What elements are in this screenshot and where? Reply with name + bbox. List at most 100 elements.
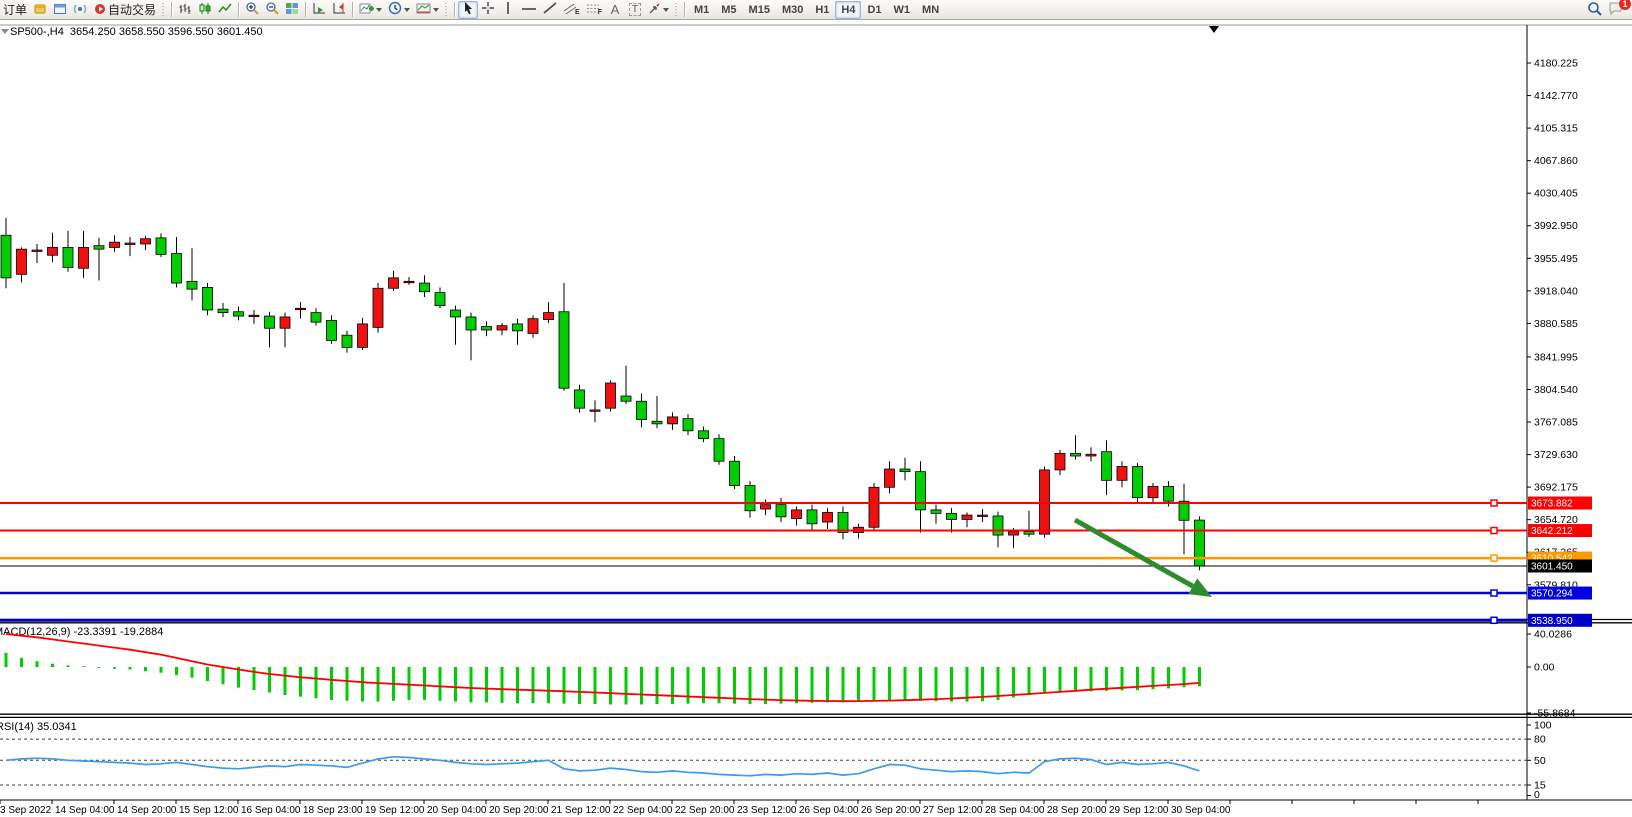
timeframe-label: M15 xyxy=(746,4,773,16)
svg-text:3642.212: 3642.212 xyxy=(1531,526,1573,537)
svg-text:3918.040: 3918.040 xyxy=(1534,285,1578,297)
horizontal-line-tool-button[interactable] xyxy=(518,1,540,19)
toolbar-separator xyxy=(684,2,685,17)
timeframe-mn-button[interactable]: MN xyxy=(916,1,945,19)
vertical-line-tool-button[interactable] xyxy=(498,1,518,19)
broadcast-icon xyxy=(73,2,88,18)
templates-button[interactable] xyxy=(413,1,442,19)
timeframe-label: MN xyxy=(919,4,942,16)
shapes-caret-icon xyxy=(663,8,669,12)
timeframe-w1-button[interactable]: W1 xyxy=(888,1,917,19)
market-watch-button[interactable] xyxy=(30,1,50,19)
svg-text:3841.995: 3841.995 xyxy=(1534,351,1578,363)
text-tool-button[interactable]: A xyxy=(605,1,625,19)
notifications-button[interactable]: 1 xyxy=(1605,1,1626,19)
new-order-button[interactable]: 订单 xyxy=(0,1,30,19)
svg-text:3 Sep 2022: 3 Sep 2022 xyxy=(0,805,52,816)
auto-scroll-button[interactable] xyxy=(309,1,329,19)
bar-chart-mode-button[interactable] xyxy=(175,1,195,19)
timeframe-m30-button[interactable]: M30 xyxy=(776,1,809,19)
toolbar-separator xyxy=(305,2,306,17)
chart-canvas[interactable]: 4180.2254142.7704105.3154067.8604030.405… xyxy=(0,0,1632,817)
crosshair-tool-button[interactable] xyxy=(478,1,498,19)
candlestick-mode-button[interactable] xyxy=(195,1,215,19)
toolbar-separator xyxy=(238,2,239,17)
timeframe-m15-button[interactable]: M15 xyxy=(743,1,776,19)
timeframe-label: D1 xyxy=(864,4,884,16)
timeframe-h1-button[interactable]: H1 xyxy=(809,1,835,19)
indicators-button[interactable] xyxy=(356,1,385,19)
line-chart-mode-button[interactable] xyxy=(215,1,235,19)
hline-handle xyxy=(1491,617,1497,623)
vertical-line-icon xyxy=(503,1,513,18)
channel-tool-button[interactable]: E xyxy=(560,1,583,19)
candles-layer xyxy=(1,218,1205,570)
zoom-in-button[interactable] xyxy=(242,1,262,19)
svg-text:3570.294: 3570.294 xyxy=(1531,589,1573,600)
chart-shift-icon xyxy=(332,2,346,18)
timeframe-label: M5 xyxy=(718,4,739,16)
search-button[interactable] xyxy=(1584,1,1605,19)
horizontal-line-icon xyxy=(521,2,537,17)
current-price-line: 3601.450 xyxy=(0,559,1592,572)
svg-text:14 Sep 04:00: 14 Sep 04:00 xyxy=(55,805,115,816)
tile-windows-button[interactable] xyxy=(282,1,302,19)
timeframe-d1-button[interactable]: D1 xyxy=(861,1,887,19)
trendline-tool-button[interactable] xyxy=(540,1,560,19)
autotrade-button[interactable]: 自动交易 xyxy=(91,1,159,19)
templates-icon xyxy=(416,2,431,18)
templates-caret-icon xyxy=(433,8,439,12)
timeframe-label: M1 xyxy=(691,4,712,16)
price-axis[interactable]: 4180.2254142.7704105.3154067.8604030.405… xyxy=(1527,58,1578,592)
chart-shift-button[interactable] xyxy=(329,1,349,19)
svg-text:4030.405: 4030.405 xyxy=(1534,188,1578,200)
shapes-icon xyxy=(648,2,661,18)
svg-text:20 Sep 20:00: 20 Sep 20:00 xyxy=(489,805,549,816)
shapes-tool-button[interactable] xyxy=(645,1,672,19)
toolbar: 订单 自动交易 xyxy=(0,0,1632,20)
svg-text:3601.450: 3601.450 xyxy=(1531,561,1573,572)
time-axis[interactable]: 3 Sep 202214 Sep 04:0014 Sep 20:0015 Sep… xyxy=(0,800,1478,816)
toolbar-grip xyxy=(444,3,449,17)
current-bar-marker xyxy=(1209,26,1219,33)
toolbar-separator xyxy=(454,2,455,17)
fibonacci-tool-button[interactable]: F xyxy=(583,1,605,19)
timeframe-label: H1 xyxy=(812,4,832,16)
clock-icon xyxy=(388,1,402,18)
channel-letter: E xyxy=(575,9,580,16)
tile-windows-icon xyxy=(285,2,299,18)
svg-text:15 Sep 12:00: 15 Sep 12:00 xyxy=(179,805,239,816)
svg-text:0.00: 0.00 xyxy=(1534,662,1555,674)
timeframe-m5-button[interactable]: M5 xyxy=(715,1,742,19)
terminal-window: 订单 自动交易 xyxy=(0,0,1632,817)
timeframe-m1-button[interactable]: M1 xyxy=(688,1,715,19)
cursor-icon xyxy=(462,1,474,18)
bar-chart-icon xyxy=(178,2,192,18)
svg-text:4105.315: 4105.315 xyxy=(1534,123,1578,135)
svg-text:23 Sep 12:00: 23 Sep 12:00 xyxy=(737,805,797,816)
svg-text:-55.8684: -55.8684 xyxy=(1534,708,1576,720)
svg-text:4067.860: 4067.860 xyxy=(1534,155,1578,167)
text-label-icon: T xyxy=(629,3,641,16)
periods-button[interactable] xyxy=(385,1,413,19)
data-window-button[interactable] xyxy=(50,1,70,19)
macd-layer: 40.02860.00-55.8684 xyxy=(6,629,1576,720)
svg-text:4180.225: 4180.225 xyxy=(1534,58,1578,70)
svg-text:30 Sep 04:00: 30 Sep 04:00 xyxy=(1171,805,1231,816)
cursor-tool-button[interactable] xyxy=(458,1,478,19)
toolbar-grip xyxy=(674,3,679,17)
hline-handle xyxy=(1491,555,1497,561)
toolbar-separator xyxy=(171,2,172,17)
text-label-tool-button[interactable]: T xyxy=(625,1,645,19)
svg-text:3992.950: 3992.950 xyxy=(1534,220,1578,232)
broadcast-button[interactable] xyxy=(70,1,91,19)
timeframe-label: W1 xyxy=(891,4,914,16)
timeframe-label: H4 xyxy=(838,4,858,16)
svg-text:0: 0 xyxy=(1534,789,1540,801)
timeframe-h4-button[interactable]: H4 xyxy=(835,1,861,19)
svg-text:3673.882: 3673.882 xyxy=(1531,499,1573,510)
zoom-out-button[interactable] xyxy=(262,1,282,19)
periods-caret-icon xyxy=(404,8,410,12)
new-order-label: 订单 xyxy=(3,1,27,18)
zoom-in-icon xyxy=(245,1,259,18)
